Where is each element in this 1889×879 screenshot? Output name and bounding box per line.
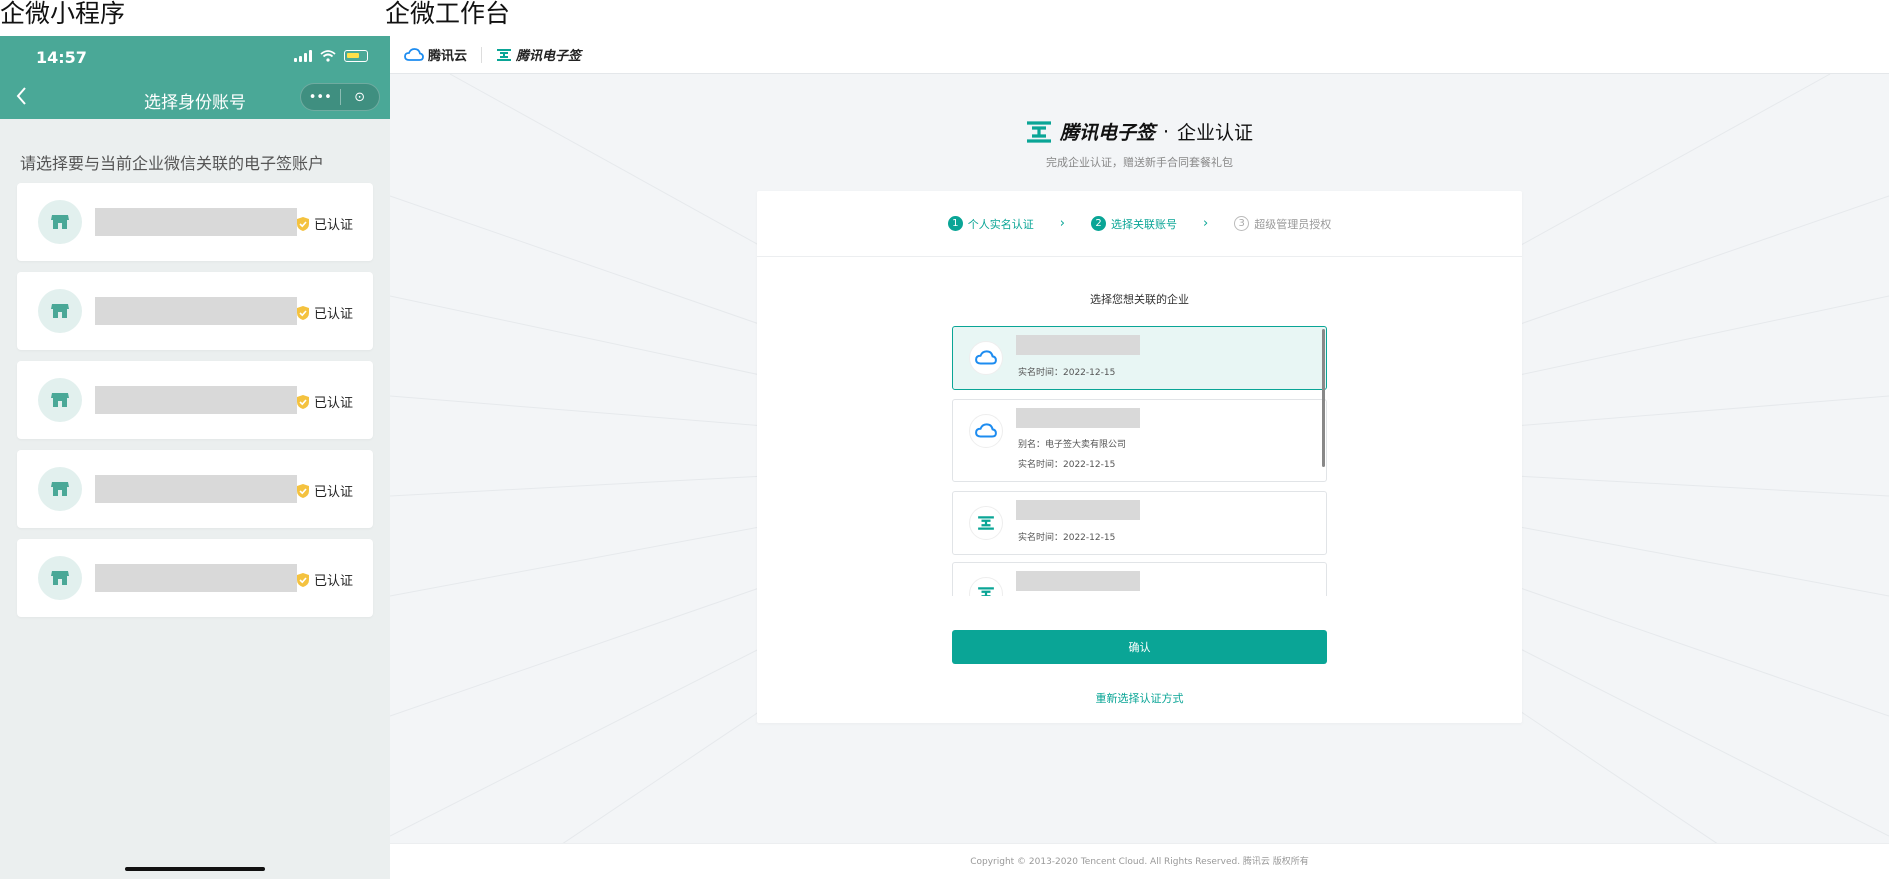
select-enterprise-title: 选择您想关联的企业 bbox=[1090, 293, 1189, 306]
tencent-cloud-logo[interactable]: 腾讯云 bbox=[404, 45, 467, 64]
nav-bar: 选择身份账号 ••• ⊙ bbox=[0, 76, 390, 119]
phone-header: 14:57 选择身份账号 ••• ⊙ bbox=[0, 36, 390, 119]
tencent-cloud-name: 腾讯云 bbox=[428, 49, 468, 64]
verified-badge: 已认证 bbox=[296, 570, 353, 589]
shield-check-icon bbox=[296, 216, 309, 231]
enterprise-card[interactable] bbox=[952, 562, 1327, 596]
status-time: 14:57 bbox=[36, 48, 87, 67]
workbench-screen: 腾讯云 腾讯电子签 腾讯电子签 · 企业认证 完成企业认证，赠送新手合同套餐礼包… bbox=[390, 36, 1889, 879]
store-icon bbox=[38, 200, 82, 244]
brand-name: 腾讯电子签 bbox=[1059, 122, 1155, 144]
account-card[interactable]: 已认证 bbox=[17, 183, 373, 261]
store-icon bbox=[38, 467, 82, 511]
step-label: 超级管理员授权 bbox=[1254, 217, 1332, 231]
step-number: 3 bbox=[1234, 216, 1250, 231]
account-name-masked bbox=[95, 297, 297, 325]
verified-badge: 已认证 bbox=[296, 392, 353, 411]
ess-icon bbox=[969, 577, 1003, 596]
ess-icon bbox=[1026, 120, 1051, 143]
store-icon bbox=[38, 378, 82, 422]
reselect-method-link[interactable]: 重新选择认证方式 bbox=[757, 690, 1522, 706]
verified-label: 已认证 bbox=[313, 485, 353, 500]
verified-badge: 已认证 bbox=[296, 303, 353, 322]
account-prompt: 请选择要与当前企业微信关联的电子签账户 bbox=[20, 154, 325, 173]
mini-program-capsule: ••• ⊙ bbox=[300, 83, 380, 111]
ess-name: 腾讯电子签 bbox=[516, 49, 582, 64]
enterprise-card-selected[interactable]: 实名时间：2022-12-15 bbox=[952, 326, 1327, 390]
step-indicator: 1 个人实名认证 › 2 选择关联账号 › 3 超级管理员授权 bbox=[757, 191, 1522, 257]
account-name-masked bbox=[95, 386, 297, 414]
store-icon bbox=[38, 556, 82, 600]
brand-dot: · bbox=[1162, 120, 1170, 143]
verified-badge: 已认证 bbox=[296, 481, 353, 500]
enterprise-list[interactable]: 实名时间：2022-12-15 别名：电子签大卖有限公司 实名时间：2022-1… bbox=[952, 326, 1328, 596]
wifi-icon bbox=[320, 50, 336, 62]
shield-check-icon bbox=[296, 305, 309, 320]
enterprise-realname-time: 实名时间：2022-12-15 bbox=[1018, 368, 1116, 378]
brand-header: 腾讯电子签 · 企业认证 bbox=[390, 118, 1889, 145]
battery-icon bbox=[344, 50, 368, 62]
step-select-account: 2 选择关联账号 bbox=[1091, 216, 1177, 232]
verified-label: 已认证 bbox=[313, 396, 353, 411]
enterprise-realname-time: 实名时间：2022-12-15 bbox=[1018, 533, 1116, 543]
enterprise-alias: 别名：电子签大卖有限公司 bbox=[1018, 440, 1127, 450]
home-indicator bbox=[125, 867, 265, 871]
store-icon bbox=[38, 289, 82, 333]
tencent-cloud-icon bbox=[969, 414, 1003, 448]
status-bar: 14:57 bbox=[0, 36, 390, 76]
shield-check-icon bbox=[296, 394, 309, 409]
ess-icon bbox=[497, 48, 512, 61]
verified-label: 已认证 bbox=[313, 307, 353, 322]
ess-logo[interactable]: 腾讯电子签 bbox=[496, 45, 581, 64]
shield-check-icon bbox=[296, 572, 309, 587]
step-label: 选择关联账号 bbox=[1111, 217, 1177, 231]
chevron-right-icon: › bbox=[1203, 216, 1209, 231]
enterprise-name-masked bbox=[1016, 335, 1140, 355]
verified-label: 已认证 bbox=[313, 218, 353, 233]
page-subtitle: 完成企业认证，赠送新手合同套餐礼包 bbox=[1046, 156, 1233, 169]
page-title: 企业认证 bbox=[1177, 122, 1254, 144]
step-number: 1 bbox=[947, 216, 963, 231]
enterprise-name-masked bbox=[1016, 500, 1140, 520]
step-personal-verification: 1 个人实名认证 bbox=[947, 216, 1034, 232]
account-card[interactable]: 已认证 bbox=[17, 361, 373, 439]
more-icon[interactable]: ••• bbox=[301, 90, 340, 105]
phone-screen: 14:57 选择身份账号 ••• ⊙ 请选择要与当前企业微信关联的电子签账户 已… bbox=[0, 36, 390, 879]
verified-label: 已认证 bbox=[313, 574, 353, 589]
screen-root: 企微小程序 企微工作台 14:57 选择身份账号 ••• ⊙ 请选择要与当前企业… bbox=[0, 0, 1889, 879]
enterprise-realname-time: 实名时间：2022-12-15 bbox=[1018, 460, 1116, 470]
account-card[interactable]: 已认证 bbox=[17, 272, 373, 350]
section-label-mini-program: 企微小程序 bbox=[0, 0, 126, 28]
tencent-cloud-icon bbox=[404, 47, 424, 61]
account-name-masked bbox=[95, 208, 297, 236]
enterprise-card[interactable]: 实名时间：2022-12-15 bbox=[952, 491, 1327, 555]
close-icon[interactable]: ⊙ bbox=[341, 90, 380, 105]
account-card[interactable]: 已认证 bbox=[17, 450, 373, 528]
chevron-right-icon: › bbox=[1059, 216, 1065, 231]
verification-panel: 1 个人实名认证 › 2 选择关联账号 › 3 超级管理员授权 选择您想关联的企… bbox=[757, 191, 1522, 723]
verified-badge: 已认证 bbox=[296, 214, 353, 233]
enterprise-name-masked bbox=[1016, 571, 1140, 591]
account-list: 已认证 已认证 已认证 已认证 已认证 bbox=[17, 183, 373, 628]
step-label: 个人实名认证 bbox=[967, 217, 1034, 231]
confirm-button[interactable]: 确认 bbox=[952, 630, 1327, 664]
enterprise-list-scrollbar[interactable] bbox=[1322, 329, 1325, 467]
account-card[interactable]: 已认证 bbox=[17, 539, 373, 617]
step-super-admin-authorization: 3 超级管理员授权 bbox=[1234, 216, 1331, 232]
footer-copyright: Copyright © 2013-2020 Tencent Cloud. All… bbox=[390, 843, 1889, 879]
section-label-workbench: 企微工作台 bbox=[385, 0, 511, 28]
step-number: 2 bbox=[1091, 216, 1106, 231]
ess-icon bbox=[969, 506, 1003, 540]
enterprise-name-masked bbox=[1016, 408, 1140, 428]
top-bar: 腾讯云 腾讯电子签 bbox=[390, 36, 1889, 74]
account-name-masked bbox=[95, 475, 297, 503]
signal-icon bbox=[294, 50, 312, 62]
topbar-divider bbox=[481, 46, 483, 63]
account-name-masked bbox=[95, 564, 297, 592]
status-icons bbox=[294, 50, 368, 62]
enterprise-card[interactable]: 别名：电子签大卖有限公司 实名时间：2022-12-15 bbox=[952, 399, 1327, 482]
tencent-cloud-icon bbox=[969, 341, 1003, 375]
shield-check-icon bbox=[296, 483, 309, 498]
